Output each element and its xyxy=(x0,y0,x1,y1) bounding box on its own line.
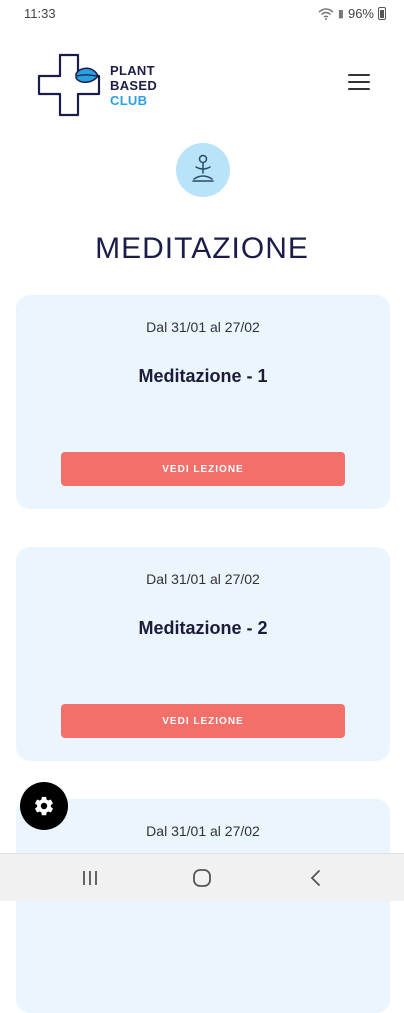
app-header: PLANT BASED CLUB xyxy=(0,40,404,130)
status-bar: 11:33 ▮ 96% xyxy=(0,0,404,26)
signal-icon: ▮ xyxy=(337,8,344,20)
view-lesson-button[interactable]: VEDI LEZIONE xyxy=(61,704,345,738)
lesson-title: Meditazione - 2 xyxy=(138,618,268,638)
hamburger-icon xyxy=(348,74,370,76)
recent-apps-icon[interactable] xyxy=(78,866,102,890)
back-icon[interactable] xyxy=(304,866,328,890)
lesson-date-range: Dal 31/01 al 27/02 xyxy=(146,319,260,335)
lesson-date-range: Dal 31/01 al 27/02 xyxy=(146,571,260,587)
meditation-figure xyxy=(192,154,214,182)
home-icon[interactable] xyxy=(190,866,214,890)
system-nav-bar xyxy=(0,853,404,901)
lesson-title: Meditazione - 1 xyxy=(138,366,268,386)
meditation-icon xyxy=(176,143,230,197)
hamburger-line xyxy=(348,81,370,83)
lesson-card: Dal 31/01 al 27/02 Meditazione - 1 VEDI … xyxy=(16,295,390,509)
wifi-icon xyxy=(318,7,334,20)
logo-wordmark: PLANT BASED CLUB xyxy=(110,63,157,108)
logo-line-2: BASED xyxy=(110,77,158,93)
lesson-card: Dal 31/01 al 27/02 Meditazione - 2 VEDI … xyxy=(16,547,390,761)
lesson-date-range: Dal 31/01 al 27/02 xyxy=(146,823,260,839)
hamburger-line xyxy=(348,88,370,90)
hamburger-menu-button[interactable] xyxy=(348,74,370,92)
logo-line-1: PLANT xyxy=(110,62,155,78)
page-title: MEDITAZIONE xyxy=(95,232,309,266)
logo-cross-icon xyxy=(37,53,101,117)
status-time: 11:33 xyxy=(24,6,56,21)
battery-percent: 96% xyxy=(347,6,374,21)
gear-icon xyxy=(35,796,53,816)
status-icons: ▮ 96% xyxy=(318,6,386,21)
view-lesson-button[interactable]: VEDI LEZIONE xyxy=(61,452,345,486)
lesson-card: Dal 31/01 al 27/02 xyxy=(16,799,390,1013)
logo-line-3: CLUB xyxy=(110,92,148,108)
settings-button[interactable] xyxy=(20,782,68,830)
battery-icon xyxy=(378,7,386,20)
app-logo[interactable]: PLANT BASED CLUB xyxy=(36,52,157,118)
